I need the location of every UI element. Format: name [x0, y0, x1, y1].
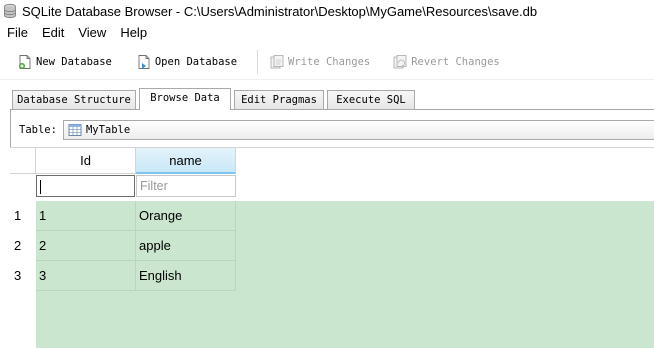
column-header-name[interactable]: name	[136, 148, 236, 174]
column-header-id[interactable]: Id	[36, 148, 136, 174]
write-changes-button[interactable]: Write Changes	[263, 49, 376, 75]
table-cell-name[interactable]: Orange	[136, 201, 236, 231]
window-title: SQLite Database Browser - C:\Users\Admin…	[22, 3, 538, 19]
filter-input-id[interactable]	[36, 175, 135, 197]
table-cell-id[interactable]: 1	[36, 201, 136, 231]
new-database-label: New Database	[36, 55, 112, 68]
table-cell-name[interactable]: English	[136, 261, 236, 291]
tab-browse-data[interactable]: Browse Data	[139, 88, 231, 110]
tab-execute-sql[interactable]: Execute SQL	[327, 90, 415, 109]
menu-edit[interactable]: Edit	[35, 22, 71, 44]
menu-help[interactable]: Help	[113, 22, 154, 44]
table-icon	[68, 124, 82, 136]
text-caret	[40, 179, 41, 194]
filter-input-name[interactable]: Filter	[136, 175, 236, 197]
toolbar-separator	[257, 49, 259, 74]
tab-database-structure[interactable]: Database Structure	[12, 90, 136, 109]
new-database-icon	[19, 54, 31, 69]
write-changes-icon	[270, 54, 284, 68]
tab-edit-pragmas[interactable]: Edit Pragmas	[234, 90, 324, 109]
menu-bar: File Edit View Help	[0, 22, 654, 44]
open-database-icon	[138, 54, 150, 69]
open-database-button[interactable]: Open Database	[130, 49, 243, 75]
data-grid: Id name Filter 1 1 Orange 2 2 apple 3 3 …	[10, 147, 654, 348]
filter-row: Filter	[10, 174, 654, 198]
new-database-button[interactable]: New Database	[11, 49, 118, 75]
revert-changes-icon	[393, 54, 407, 68]
tab-bar: Database Structure Browse Data Edit Prag…	[0, 88, 654, 110]
table-cell-name[interactable]: apple	[136, 231, 236, 261]
database-icon	[4, 3, 16, 19]
menu-file[interactable]: File	[0, 22, 35, 44]
table-cell-id[interactable]: 3	[36, 261, 136, 291]
revert-changes-label: Revert Changes	[411, 55, 500, 68]
table-selector-row: Table: MyTable	[19, 119, 654, 141]
row-header[interactable]: 2	[10, 231, 36, 261]
open-database-label: Open Database	[154, 55, 238, 68]
table-cell-id[interactable]: 2	[36, 231, 136, 261]
row-header-gutter	[10, 291, 36, 348]
toolbar: New Database Open Database Write Changes…	[0, 44, 654, 80]
row-header[interactable]: 3	[10, 261, 36, 291]
revert-changes-button[interactable]: Revert Changes	[386, 49, 506, 75]
title-bar: SQLite Database Browser - C:\Users\Admin…	[0, 0, 654, 22]
table-label: Table:	[19, 124, 57, 136]
row-header[interactable]: 1	[10, 201, 36, 231]
table-select-value: MyTable	[85, 124, 131, 136]
grid-corner	[10, 148, 36, 174]
table-select[interactable]: MyTable	[62, 120, 654, 140]
menu-view[interactable]: View	[71, 22, 113, 44]
write-changes-label: Write Changes	[288, 55, 371, 68]
